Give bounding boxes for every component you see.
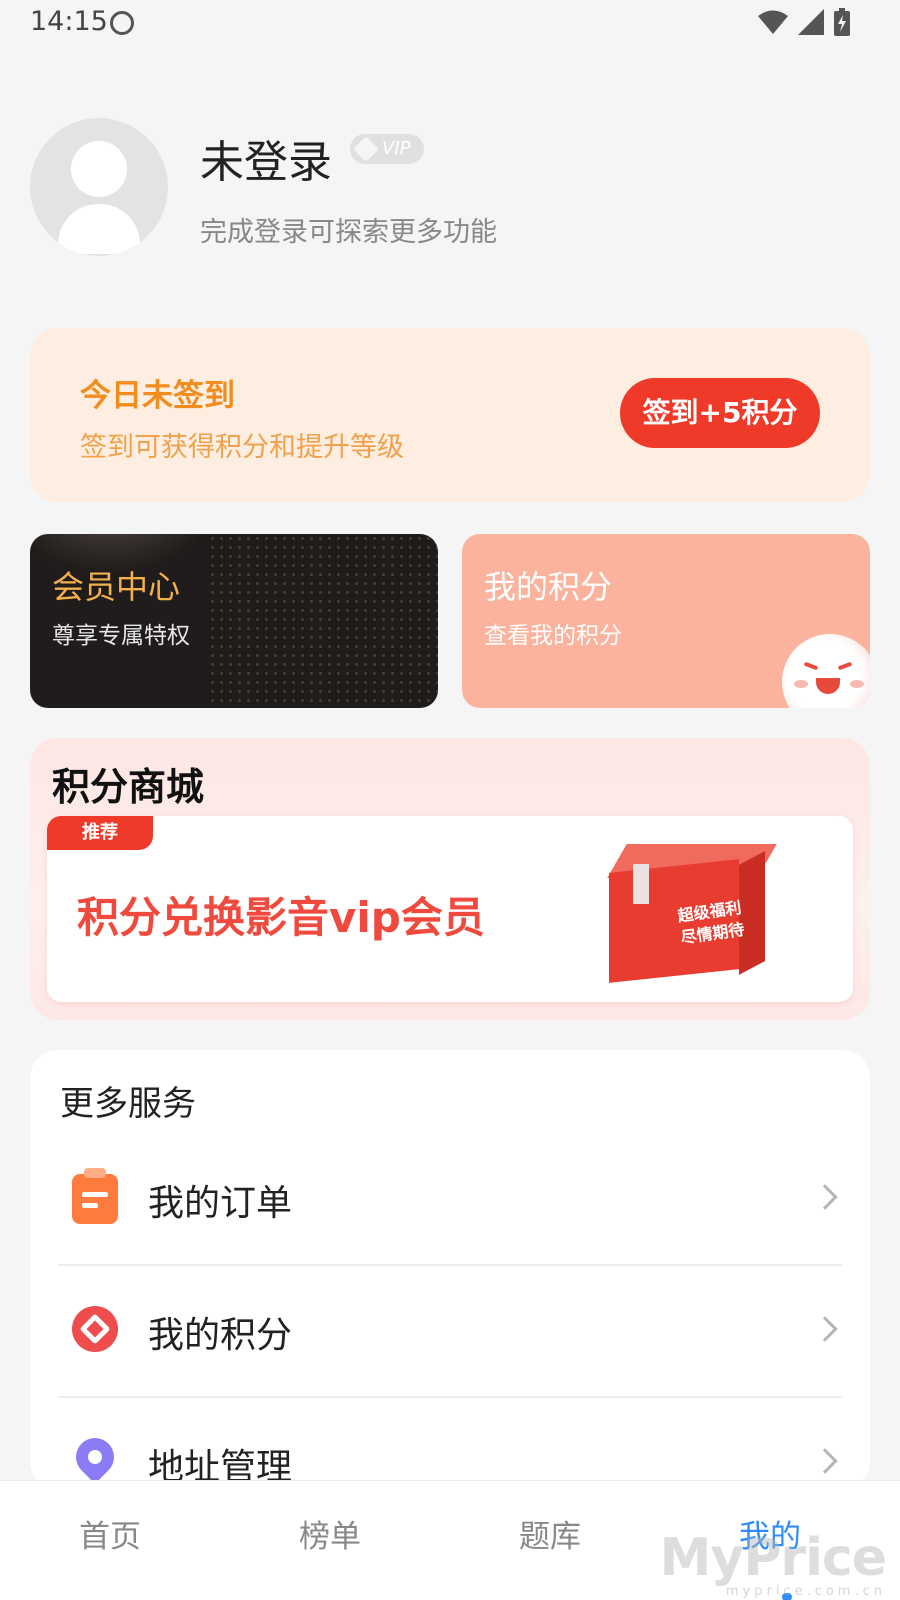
tab-rankings[interactable]: 榜单 <box>230 1511 430 1556</box>
points-icon-diamond <box>79 1313 111 1345</box>
service-item-points[interactable]: 我的积分 <box>58 1266 842 1398</box>
avatar-head-shape <box>71 141 127 197</box>
mascot-left-cheek <box>794 680 808 688</box>
recommend-tag: 推荐 <box>47 816 153 850</box>
avatar[interactable] <box>30 118 168 256</box>
vip-badge-label: VIP <box>382 138 411 159</box>
battery-charging-icon <box>834 8 850 36</box>
wifi-icon <box>758 10 788 34</box>
mascot-mouth <box>816 678 840 694</box>
points-mall-section: 积分商城 推荐 积分兑换影音vip会员 超级福利 尽情期待 <box>30 738 870 1020</box>
service-item-orders[interactable]: 我的订单 <box>58 1134 842 1266</box>
points-mall-banner[interactable]: 推荐 积分兑换影音vip会员 超级福利 尽情期待 <box>47 816 853 1002</box>
my-points-title: 我的积分 <box>484 568 613 606</box>
checkin-button[interactable]: 签到+5积分 <box>620 378 820 448</box>
status-time: 14:15 <box>30 6 108 37</box>
gift-box-icon: 超级福利 尽情期待 <box>607 844 777 983</box>
service-item-address[interactable]: 地址管理 <box>58 1398 842 1490</box>
status-icons <box>758 8 850 36</box>
smiling-mascot-icon <box>782 634 870 708</box>
member-center-card[interactable]: 会员中心 尊享专属特权 <box>30 534 438 708</box>
watermark-url: myprice.com.cn <box>725 1584 886 1599</box>
order-icon-line <box>82 1192 108 1197</box>
user-name[interactable]: 未登录 <box>200 126 332 190</box>
vip-diamond-icon <box>353 136 379 162</box>
mascot-right-eye <box>837 661 853 671</box>
member-card-dot-pattern <box>208 534 438 708</box>
tab-home[interactable]: 首页 <box>10 1511 210 1556</box>
profile-header[interactable]: 未登录 VIP 完成登录可探索更多功能 <box>30 118 870 258</box>
chevron-right-icon <box>812 1448 838 1474</box>
more-services-card: 更多服务 我的订单 我的积分 地址管理 <box>30 1050 870 1490</box>
checkin-card: 今日未签到 签到可获得积分和提升等级 签到+5积分 <box>30 328 870 502</box>
status-bar: 14:15 <box>0 0 900 46</box>
tab-question-bank[interactable]: 题库 <box>450 1511 650 1556</box>
signal-icon <box>798 9 824 35</box>
my-points-card[interactable]: 我的积分 查看我的积分 <box>462 534 870 708</box>
member-center-title: 会员中心 <box>52 568 181 606</box>
vip-badge: VIP <box>350 134 424 164</box>
mascot-left-eye <box>803 661 819 671</box>
banner-text: 积分兑换影音vip会员 <box>77 893 485 942</box>
chevron-right-icon <box>812 1184 838 1210</box>
more-services-title: 更多服务 <box>60 1084 196 1124</box>
location-pin-icon <box>68 1430 122 1484</box>
watermark-logo: MyPrice <box>659 1528 887 1588</box>
checkin-title: 今日未签到 <box>80 378 235 414</box>
user-subtitle: 完成登录可探索更多功能 <box>200 217 497 248</box>
order-clipboard-icon <box>72 1168 118 1224</box>
my-points-subtitle: 查看我的积分 <box>484 623 622 649</box>
order-icon-line <box>82 1203 98 1208</box>
checkin-subtitle: 签到可获得积分和提升等级 <box>80 432 404 463</box>
member-center-subtitle: 尊享专属特权 <box>52 623 190 649</box>
points-mall-title: 积分商城 <box>52 765 205 809</box>
location-pin-dot <box>85 1447 105 1467</box>
avatar-body-shape <box>58 204 140 254</box>
mascot-right-cheek <box>850 680 864 688</box>
service-item-label: 我的订单 <box>148 1183 293 1224</box>
chevron-right-icon <box>812 1316 838 1342</box>
service-item-label: 我的积分 <box>148 1315 293 1356</box>
cat-face-icon <box>110 11 134 35</box>
gift-box-tape <box>633 864 649 904</box>
points-diamond-icon <box>72 1306 118 1352</box>
